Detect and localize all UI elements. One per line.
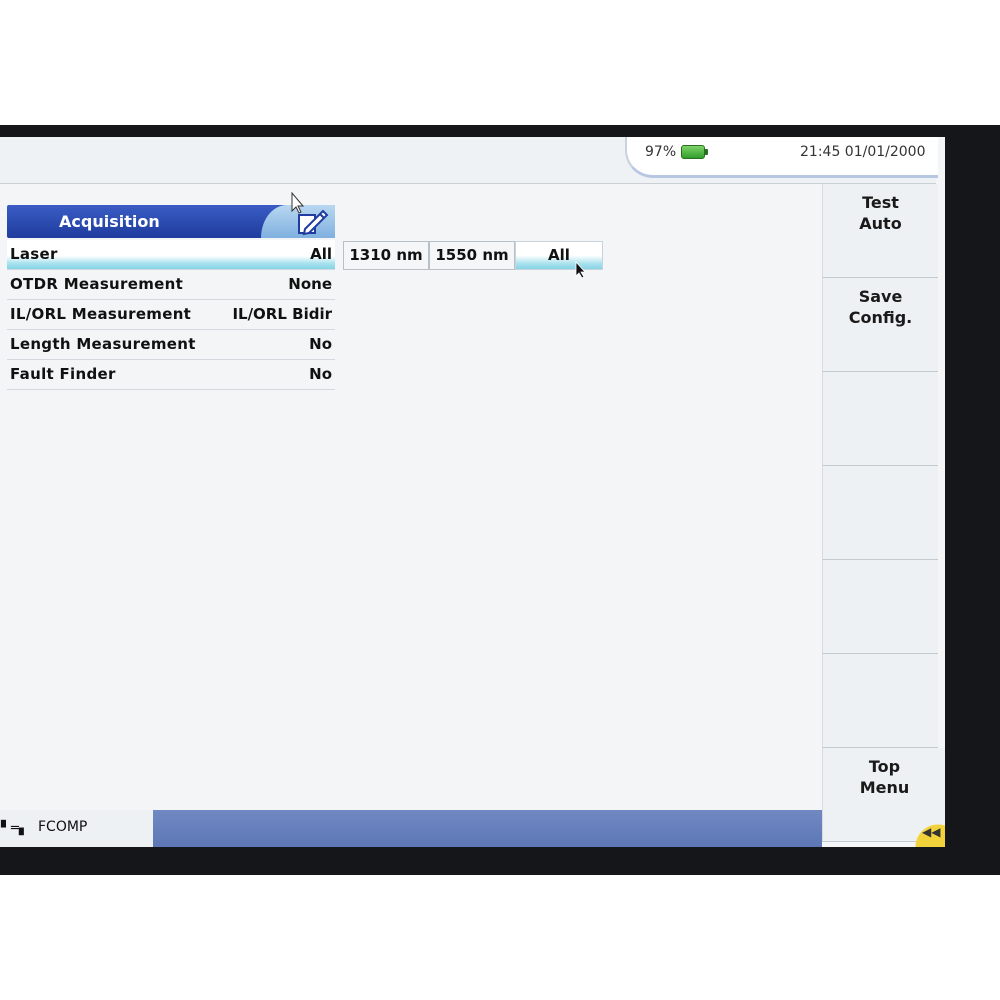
pointer-outline-icon: [291, 192, 304, 214]
mouse-cursor-icon: [575, 261, 586, 279]
row-il-orl-measurement[interactable]: IL/ORL Measurement IL/ORL Bidir: [7, 300, 335, 330]
softkey-line: Menu: [859, 778, 910, 797]
battery-percentage: 97%: [645, 144, 677, 160]
fiber-connector-icon: ▘═▖: [1, 821, 29, 836]
row-label: IL/ORL Measurement: [10, 305, 192, 323]
rewind-icon[interactable]: ◀◀: [922, 825, 940, 839]
softkey-line: Config.: [848, 308, 913, 327]
row-label: Laser: [10, 245, 58, 263]
row-value: No: [309, 335, 332, 353]
save-config-button[interactable]: Save Config.: [822, 278, 938, 372]
row-label: Fault Finder: [10, 365, 116, 383]
row-value: All: [310, 245, 332, 263]
row-length-measurement[interactable]: Length Measurement No: [7, 330, 335, 360]
row-laser[interactable]: Laser All: [7, 240, 335, 270]
row-fault-finder[interactable]: Fault Finder No: [7, 360, 335, 390]
softkey-line: Auto: [859, 214, 902, 233]
row-label: OTDR Measurement: [10, 275, 184, 293]
softkey-line: Test: [862, 193, 899, 212]
row-label: Length Measurement: [10, 335, 196, 353]
date-time: 21:45 01/01/2000: [800, 144, 926, 160]
softkey-line: Save: [858, 287, 903, 306]
softkey-empty-4[interactable]: [822, 466, 938, 560]
row-otdr-measurement[interactable]: OTDR Measurement None: [7, 270, 335, 300]
row-value: IL/ORL Bidir: [232, 305, 332, 323]
acquisition-header: Acquisition: [7, 205, 335, 238]
option-1550nm[interactable]: 1550 nm: [429, 241, 515, 270]
softkey-line: Top: [868, 757, 901, 776]
option-1310nm[interactable]: 1310 nm: [343, 241, 429, 270]
acquisition-title: Acquisition: [59, 212, 160, 231]
softkey-empty-3[interactable]: [822, 372, 938, 466]
option-all[interactable]: All: [515, 241, 603, 270]
softkey-empty-5[interactable]: [822, 560, 938, 654]
bottom-status-bar: [153, 810, 822, 847]
row-value: No: [309, 365, 332, 383]
battery-icon: [681, 145, 708, 159]
test-auto-button[interactable]: Test Auto: [822, 184, 938, 278]
softkey-panel: Test Auto Save Config. Top Menu: [822, 184, 945, 847]
fcomp-label: FCOMP: [38, 819, 88, 835]
row-value: None: [288, 275, 332, 293]
softkey-empty-6[interactable]: [822, 654, 938, 748]
device-screen: 97% 21:45 01/01/2000 Acquisition Laser A…: [0, 137, 945, 847]
